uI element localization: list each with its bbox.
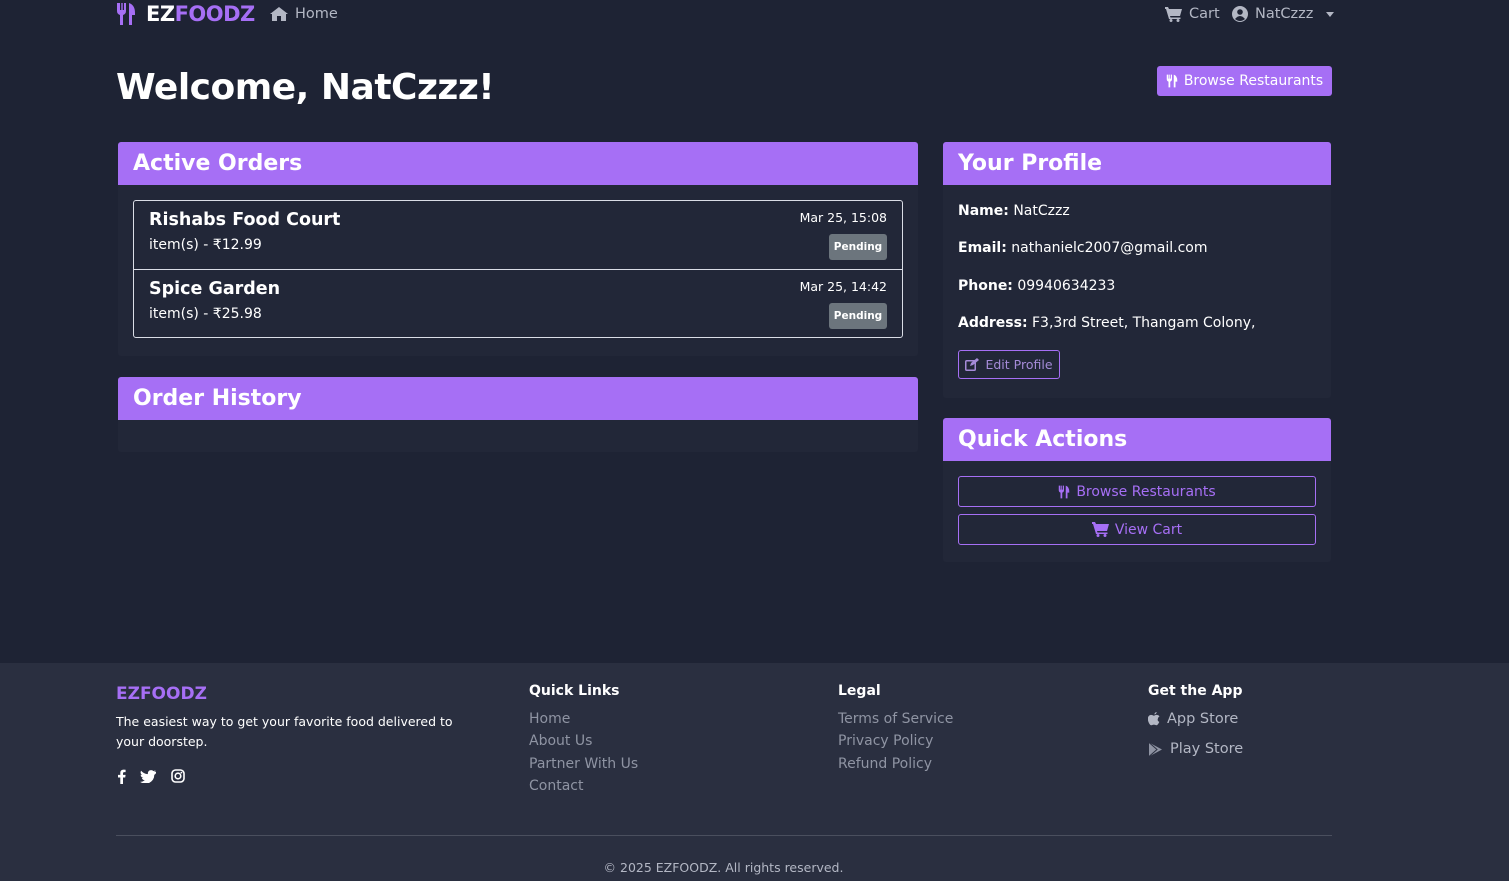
profile-card: Your Profile Name: NatCzzz Email: nathan… <box>943 142 1331 398</box>
order-item[interactable]: Spice Garden item(s) - ₹25.98 Mar 25, 14… <box>134 269 902 337</box>
footer-quick-links-title: Quick Links <box>529 683 620 699</box>
quick-browse-label: Browse Restaurants <box>1076 483 1216 500</box>
status-badge: Pending <box>829 234 887 260</box>
edit-profile-button[interactable]: Edit Profile <box>958 350 1060 379</box>
footer: EZFOODZ The easiest way to get your favo… <box>0 663 1509 881</box>
app-store-label: App Store <box>1167 711 1239 727</box>
apple-icon <box>1148 712 1160 726</box>
play-store-link[interactable]: Play Store <box>1148 740 1243 758</box>
cart-icon <box>1165 6 1182 22</box>
facebook-icon[interactable] <box>113 768 129 784</box>
profile-address: Address: F3,3rd Street, Thangam Colony, <box>958 315 1256 331</box>
nav-cart-link[interactable]: Cart <box>1165 2 1220 26</box>
active-orders-title: Active Orders <box>118 142 918 185</box>
profile-phone: Phone: 09940634233 <box>958 278 1116 294</box>
order-restaurant-name: Spice Garden <box>149 279 281 299</box>
chevron-down-icon <box>1326 11 1335 17</box>
view-cart-button[interactable]: View Cart <box>958 514 1316 545</box>
quick-browse-restaurants-button[interactable]: Browse Restaurants <box>958 476 1316 507</box>
profile-name: Name: NatCzzz <box>958 203 1070 219</box>
footer-app-title: Get the App <box>1148 683 1243 699</box>
order-date: Mar 25, 14:42 <box>799 279 887 294</box>
instagram-icon[interactable] <box>170 768 186 784</box>
nav-cart-label: Cart <box>1189 6 1220 22</box>
order-history-card: Order History <box>118 377 918 452</box>
order-item[interactable]: Rishabs Food Court item(s) - ₹12.99 Mar … <box>134 201 902 269</box>
utensils-icon <box>1058 485 1070 499</box>
user-menu-label: NatCzzz <box>1255 6 1314 22</box>
order-history-title: Order History <box>118 377 918 420</box>
order-date: Mar 25, 15:08 <box>799 210 887 225</box>
status-badge: Pending <box>829 303 887 329</box>
order-summary: item(s) - ₹25.98 <box>149 306 262 322</box>
view-cart-label: View Cart <box>1114 521 1183 538</box>
footer-copyright: © 2025 EZFOODZ. All rights reserved. <box>603 860 844 875</box>
active-orders-card: Active Orders Rishabs Food Court item(s)… <box>118 142 918 356</box>
order-summary: item(s) - ₹12.99 <box>149 237 262 253</box>
utensils-icon <box>1166 74 1178 88</box>
footer-link-privacy[interactable]: Privacy Policy <box>838 732 933 750</box>
user-menu-dropdown[interactable]: NatCzzz <box>1232 2 1335 26</box>
page-title: Welcome, NatCzzz! <box>116 67 495 108</box>
nav-home-label: Home <box>295 6 338 22</box>
footer-brand: EZFOODZ <box>116 684 207 704</box>
footer-tagline: The easiest way to get your favorite foo… <box>116 714 453 749</box>
footer-link-refund[interactable]: Refund Policy <box>838 755 932 773</box>
footer-legal-title: Legal <box>838 683 881 699</box>
order-restaurant-name: Rishabs Food Court <box>149 210 341 230</box>
footer-link-terms[interactable]: Terms of Service <box>838 710 953 728</box>
edit-icon <box>965 358 980 371</box>
twitter-icon[interactable] <box>140 768 156 784</box>
browse-restaurants-button[interactable]: Browse Restaurants <box>1157 66 1332 96</box>
footer-link-contact[interactable]: Contact <box>529 777 583 795</box>
cart-icon <box>1091 522 1109 537</box>
footer-link-home[interactable]: Home <box>529 710 570 728</box>
profile-email: Email: nathanielc2007@gmail.com <box>958 240 1208 256</box>
profile-title: Your Profile <box>943 142 1331 185</box>
browse-restaurants-label: Browse Restaurants <box>1183 73 1324 89</box>
footer-link-about[interactable]: About Us <box>529 732 592 750</box>
user-circle-icon <box>1232 6 1248 22</box>
edit-profile-label: Edit Profile <box>985 357 1053 372</box>
app-store-link[interactable]: App Store <box>1148 710 1238 728</box>
utensils-icon <box>116 2 136 26</box>
home-icon <box>270 7 288 21</box>
footer-link-partner[interactable]: Partner With Us <box>529 755 638 773</box>
quick-actions-title: Quick Actions <box>943 418 1331 461</box>
active-orders-list: Rishabs Food Court item(s) - ₹12.99 Mar … <box>133 200 903 338</box>
footer-divider <box>116 835 1332 836</box>
play-icon <box>1148 741 1163 757</box>
brand-name: EZFOODZ <box>146 2 255 26</box>
play-store-label: Play Store <box>1170 741 1244 757</box>
nav-home-link[interactable]: Home <box>270 2 338 26</box>
quick-actions-card: Quick Actions Browse Restaurants View Ca… <box>943 418 1331 562</box>
brand-logo[interactable]: EZFOODZ <box>116 2 255 26</box>
